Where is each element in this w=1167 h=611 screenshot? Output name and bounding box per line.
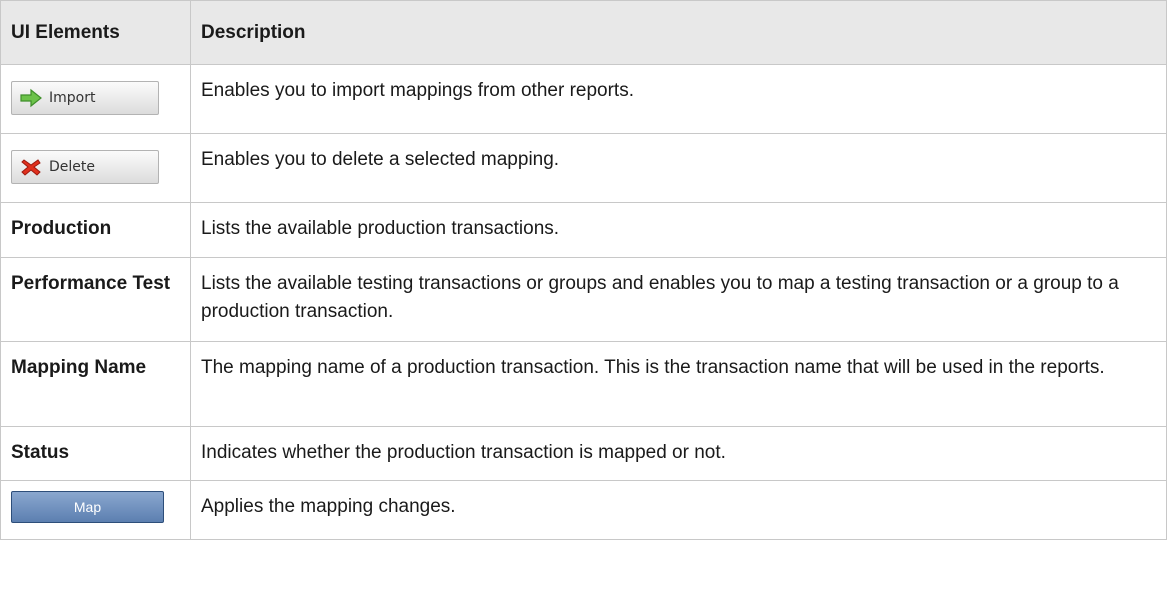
table-row: Delete Enables you to delete a selected … [0, 133, 1167, 203]
table-header-row: UI Elements Description [0, 0, 1167, 65]
element-status: Status [11, 442, 70, 463]
table-row: Mapping Name The mapping name of a produ… [0, 341, 1167, 427]
description-map: Applies the mapping changes. [201, 496, 456, 517]
description-production: Lists the available production transacti… [201, 218, 560, 239]
description-performance-test: Lists the available testing transactions… [201, 273, 1119, 322]
description-delete: Enables you to delete a selected mapping… [201, 149, 560, 170]
ui-elements-table: UI Elements Description Import Enables y… [0, 0, 1167, 540]
description-mapping-name: The mapping name of a production transac… [201, 357, 1105, 378]
map-button-label: Map [73, 499, 102, 515]
import-button[interactable]: Import [11, 81, 159, 115]
table-row: Production Lists the available productio… [0, 202, 1167, 258]
delete-button[interactable]: Delete [11, 150, 159, 184]
delete-button-label: Delete [49, 159, 95, 175]
element-production: Production [11, 218, 112, 239]
element-performance-test: Performance Test [11, 273, 171, 294]
description-status: Indicates whether the production transac… [201, 442, 726, 463]
element-mapping-name: Mapping Name [11, 357, 147, 378]
header-description: Description [190, 0, 1167, 65]
import-button-label: Import [49, 90, 96, 106]
red-x-icon [20, 157, 42, 177]
table-row: Map Applies the mapping changes. [0, 480, 1167, 540]
description-import: Enables you to import mappings from othe… [201, 80, 634, 101]
table-row: Performance Test Lists the available tes… [0, 257, 1167, 342]
map-button[interactable]: Map [11, 491, 164, 523]
green-arrow-right-icon [20, 88, 42, 108]
table-row: Import Enables you to import mappings fr… [0, 64, 1167, 134]
table-row: Status Indicates whether the production … [0, 426, 1167, 481]
header-ui-elements: UI Elements [0, 0, 191, 65]
